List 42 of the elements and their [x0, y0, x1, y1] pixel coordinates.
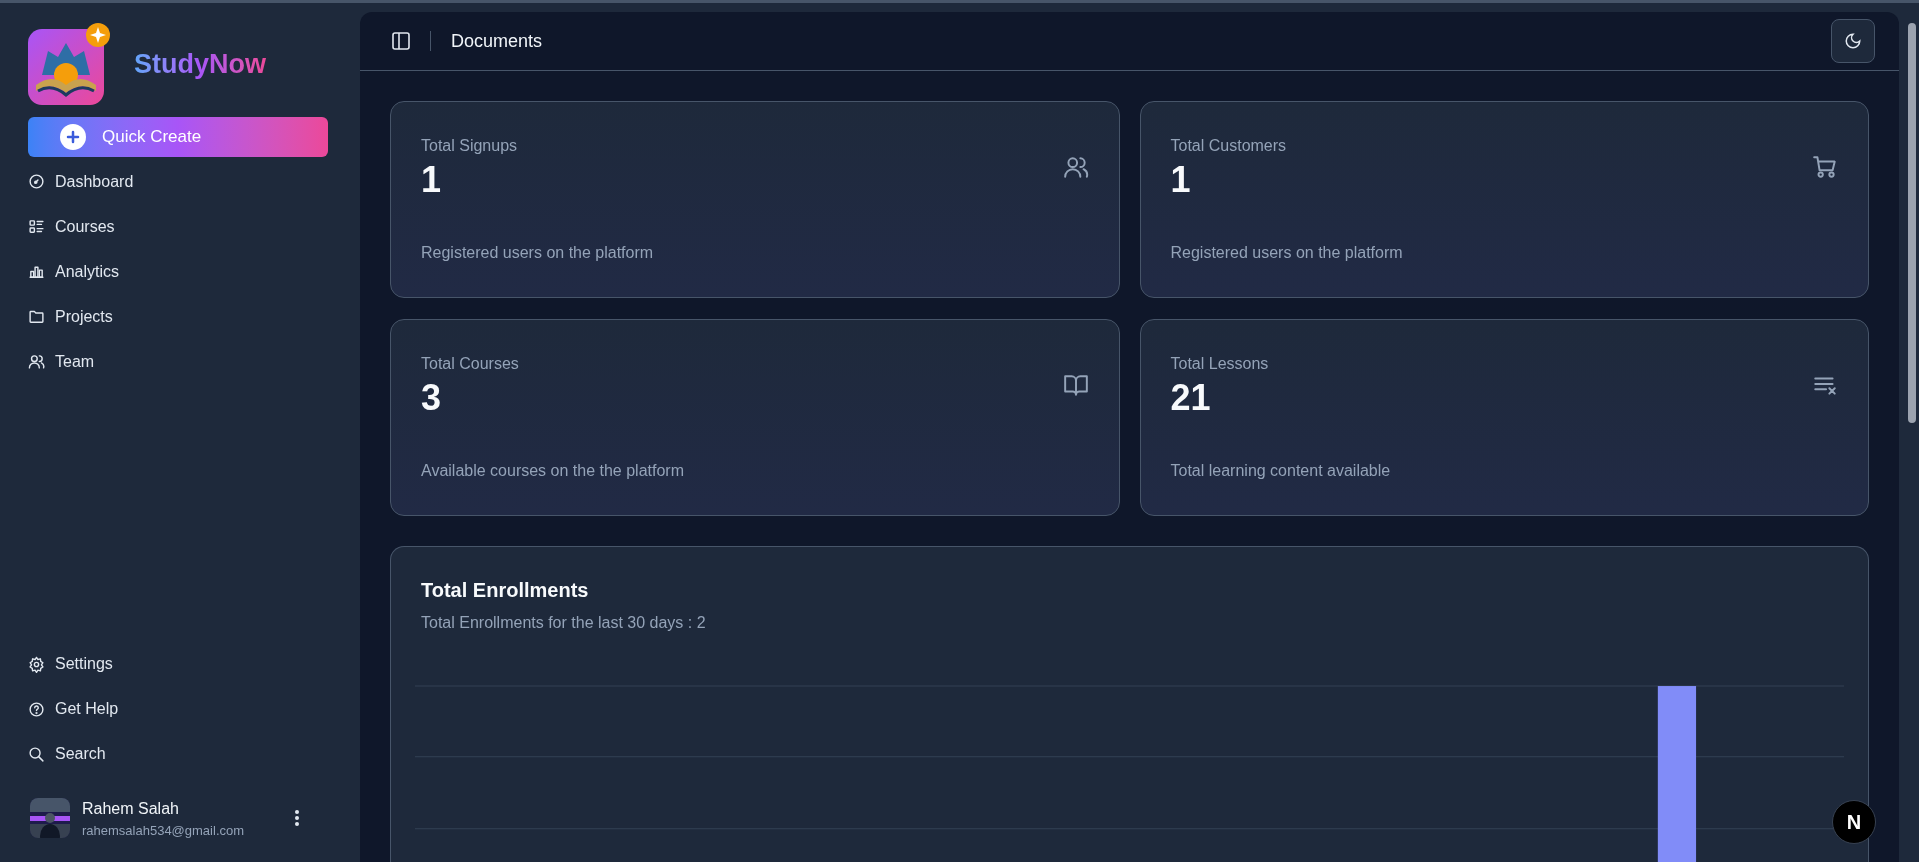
card-value: 21 — [1170, 376, 1211, 420]
users-icon — [28, 353, 45, 370]
card-description: Registered users on the platform — [421, 243, 654, 263]
user-email: rahemsalah534@gmail.com — [82, 821, 245, 840]
nav-item[interactable]: Analytics — [28, 249, 332, 294]
card-title: Total Signups — [421, 136, 518, 156]
card-title: Total Lessons — [1170, 354, 1269, 374]
moon-icon — [1844, 32, 1862, 50]
nav-item[interactable]: Search — [28, 731, 332, 777]
nav-item[interactable]: Get Help — [28, 686, 332, 732]
card-title: Total Customers — [1170, 136, 1287, 156]
theme-toggle-button[interactable] — [1831, 19, 1875, 63]
nav-item[interactable]: Projects — [28, 294, 332, 339]
nav-item[interactable]: Courses — [28, 204, 332, 249]
settings-icon — [28, 655, 45, 673]
nav-item[interactable]: Settings — [28, 641, 332, 687]
help-icon — [28, 700, 45, 718]
sidebar-toggle-icon[interactable] — [392, 32, 410, 50]
plus-icon — [60, 124, 86, 150]
card-title: Total Courses — [421, 354, 519, 374]
card-description: Available courses on the the platform — [421, 461, 684, 481]
nav-item[interactable]: Dashboard — [28, 159, 332, 204]
search-icon — [28, 745, 45, 763]
chart-subtitle: Total Enrollments for the last 30 days : 2 — [421, 613, 707, 633]
quick-create-button[interactable]: Quick Create — [28, 117, 328, 157]
cart-icon — [1812, 154, 1838, 180]
users-icon — [1062, 154, 1089, 180]
scrollbar-thumb[interactable] — [1908, 23, 1916, 423]
book-icon — [1062, 372, 1089, 398]
gauge-icon — [28, 173, 45, 190]
page-title: Documents — [451, 29, 543, 53]
card-value: 1 — [1170, 158, 1191, 202]
card-value: 3 — [421, 376, 442, 420]
user-name: Rahem Salah — [82, 798, 180, 819]
card-description: Total learning content available — [1170, 461, 1391, 481]
chart-title: Total Enrollments — [421, 578, 590, 603]
card-value: 1 — [421, 158, 442, 202]
more-icon[interactable] — [294, 809, 300, 828]
nav-item[interactable]: Team — [28, 339, 332, 384]
list-icon — [28, 218, 45, 235]
card-description: Registered users on the platform — [1170, 243, 1403, 263]
folder-icon — [28, 308, 45, 325]
